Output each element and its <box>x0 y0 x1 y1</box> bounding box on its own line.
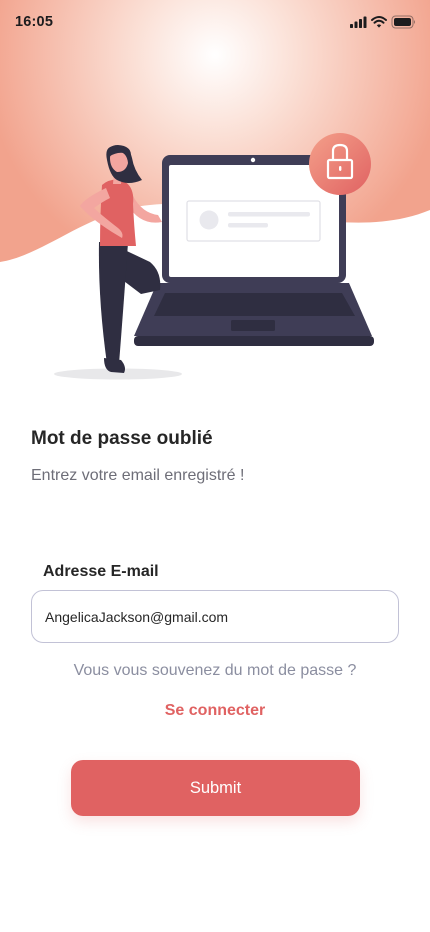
status-bar: 16:05 <box>0 0 430 44</box>
signal-icon <box>350 16 367 28</box>
email-label: Adresse E-mail <box>43 563 159 580</box>
forgot-password-illustration <box>0 0 430 380</box>
page-title: Mot de passe oublié <box>31 428 213 449</box>
status-icons <box>350 15 415 29</box>
remember-password-text: Vous vous souvenez du mot de passe ? <box>73 662 357 679</box>
lock-icon <box>309 133 371 195</box>
login-link[interactable]: Se connecter <box>0 702 430 720</box>
battery-icon <box>391 15 415 29</box>
status-time: 16:05 <box>15 14 54 30</box>
page-subtitle: Entrez votre email enregistré ! <box>31 467 245 484</box>
submit-button[interactable]: Submit <box>71 760 360 816</box>
email-field[interactable] <box>31 590 399 643</box>
wifi-icon <box>371 16 387 28</box>
